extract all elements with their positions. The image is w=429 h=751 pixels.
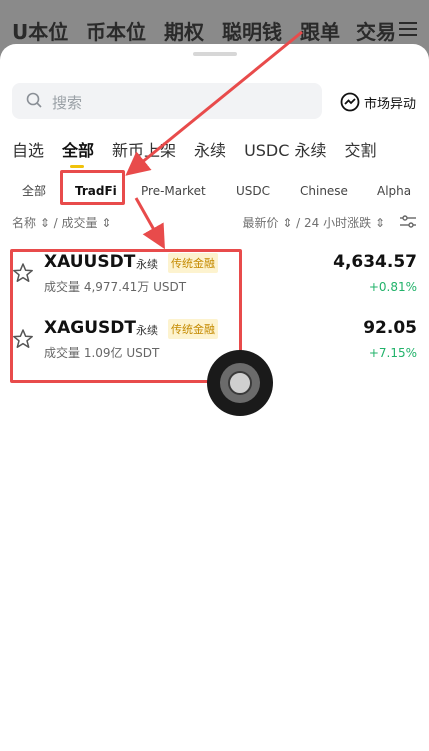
filter-settings-icon[interactable]: [399, 214, 417, 230]
nav-copy-trading[interactable]: 跟单: [300, 16, 340, 45]
subtab-pre-market[interactable]: Pre-Market: [141, 176, 206, 206]
search-icon: [26, 92, 42, 108]
subtab-chinese[interactable]: Chinese: [300, 176, 348, 206]
nav-u-margined[interactable]: U本位: [12, 16, 68, 45]
tab-favorites[interactable]: 自选: [12, 137, 44, 167]
nav-trade[interactable]: 交易: [356, 16, 396, 45]
menu-icon[interactable]: [399, 22, 417, 36]
tab-usdc-perpetual[interactable]: USDC 永续: [244, 137, 326, 167]
highlight-tradfi-box: [60, 170, 125, 205]
tab-new-listings[interactable]: 新币上架: [112, 137, 176, 167]
market-movers-button[interactable]: 市场异动: [340, 91, 416, 113]
trend-icon: [340, 92, 360, 112]
search-placeholder: 搜索: [52, 94, 83, 112]
row-change: +7.15%: [368, 346, 417, 360]
subtab-alpha[interactable]: Alpha: [377, 176, 411, 206]
sort-price-change[interactable]: 最新价 ⇕ / 24 小时涨跌 ⇕: [243, 214, 386, 231]
sort-name-volume[interactable]: 名称 ⇕ / 成交量 ⇕: [12, 214, 111, 231]
subtab-usdc[interactable]: USDC: [236, 176, 270, 206]
row-change: +0.81%: [368, 280, 417, 294]
tab-delivery[interactable]: 交割: [345, 137, 377, 167]
sort-row: 名称 ⇕ / 成交量 ⇕ 最新价 ⇕ / 24 小时涨跌 ⇕: [0, 212, 429, 234]
tab-perpetual[interactable]: 永续: [194, 137, 226, 167]
floating-assistive-button[interactable]: [207, 350, 273, 416]
row-price: 92.05: [363, 318, 417, 338]
nav-coin-margined[interactable]: 币本位: [86, 16, 146, 45]
fab-core: [228, 371, 252, 395]
search-bar[interactable]: 搜索: [12, 83, 322, 119]
subtab-all[interactable]: 全部: [22, 176, 46, 206]
row-price: 4,634.57: [333, 252, 417, 272]
main-tabs: 自选 全部 新币上架 永续 USDC 永续 交割: [12, 137, 395, 168]
nav-smart-money[interactable]: 聪明钱: [222, 16, 282, 45]
sheet-grabber[interactable]: [193, 52, 237, 56]
highlight-rows-box: [10, 249, 242, 383]
nav-options[interactable]: 期权: [164, 16, 204, 45]
market-movers-label: 市场异动: [364, 96, 417, 112]
market-sheet: 搜索 市场异动 自选 全部 新币上架 永续 USDC 永续 交割 全部 Trad…: [0, 44, 429, 751]
tab-all[interactable]: 全部: [62, 137, 94, 168]
